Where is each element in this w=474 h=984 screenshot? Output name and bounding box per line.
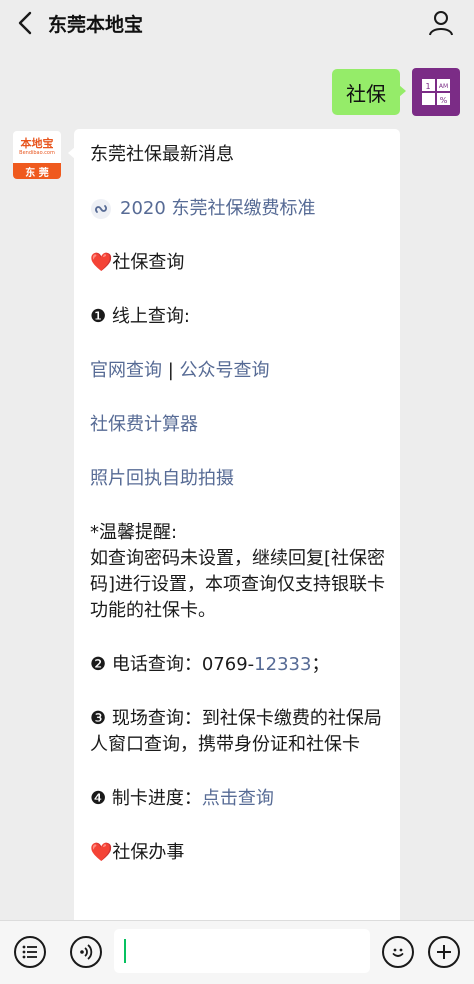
query-links-row: 官网查询 | 公众号查询 (90, 358, 386, 384)
heart-icon: ❤️ (90, 252, 113, 273)
bot-avatar-city: 东 莞 (13, 163, 61, 179)
section-heading-services: ❤️社保办事 (90, 840, 386, 866)
avatar-cell-3: % (440, 96, 448, 105)
section-heading-query: ❤️社保查询 (90, 250, 386, 276)
mini-program-link-text: 2020 东莞社保缴费标准 (120, 198, 316, 219)
public-account-query-link[interactable]: 公众号查询 (180, 360, 270, 381)
phone-query-label: ❷ 电话查询：0769- (90, 654, 255, 675)
chat-title: 东莞本地宝 (48, 14, 144, 36)
bot-avatar-logo: 本地宝 Bendibao.com (13, 131, 61, 163)
incoming-message: 东莞社保最新消息 2020 东莞社保缴费标准 ❤️社保查询 ❶ 线上查询: 官网… (68, 129, 400, 929)
card-progress-label: ❹ 制卡进度： (90, 788, 202, 809)
emoji-icon[interactable] (382, 936, 414, 968)
outgoing-message-text: 社保 (346, 81, 386, 106)
photo-receipt-link[interactable]: 照片回执自助拍摄 (90, 466, 386, 492)
section-heading-services-text: 社保办事 (112, 842, 185, 863)
bot-avatar-logo-sub: Bendibao.com (19, 150, 55, 156)
bot-avatar-logo-text: 本地宝 (20, 137, 54, 150)
mini-program-icon (91, 199, 111, 219)
voice-icon[interactable] (70, 936, 102, 968)
link-separator: | (162, 360, 180, 381)
outgoing-message[interactable]: 社保 (332, 69, 406, 115)
reminder-title: *温馨提醒: (90, 522, 178, 543)
my-avatar[interactable]: 1 AM % (412, 68, 460, 116)
avatar-grid-icon: 1 AM % (422, 79, 450, 105)
mini-program-link[interactable]: 2020 东莞社保缴费标准 (90, 196, 386, 222)
top-bar: 东莞本地宝 (0, 0, 474, 46)
avatar-cell-1: 1 (425, 82, 430, 91)
calculator-link[interactable]: 社保费计算器 (90, 412, 386, 438)
online-query-label: ❶ 线上查询: (90, 306, 190, 327)
phone-query-suffix: ； (311, 654, 330, 675)
bot-avatar[interactable]: 本地宝 Bendibao.com 东 莞 (13, 131, 61, 179)
plus-icon[interactable] (428, 936, 460, 968)
message-input[interactable] (114, 929, 370, 973)
reminder-body: 如查询密码未设置，继续回复[社保密码]进行设置，本项查询仅支持银联卡功能的社保卡… (90, 548, 386, 621)
list-icon[interactable] (14, 936, 46, 968)
onsite-query-text: ❸ 现场查询：到社保卡缴费的社保局人窗口查询，携带身份证和社保卡 (90, 708, 382, 755)
card-progress-link[interactable]: 点击查询 (202, 788, 274, 809)
phone-query-row: ❷ 电话查询：0769-12333； (90, 652, 386, 678)
text-caret (124, 939, 126, 963)
avatar-cell-2: AM (439, 83, 448, 90)
back-icon[interactable] (12, 9, 38, 37)
message-title: 东莞社保最新消息 (90, 144, 234, 165)
phone-number-link[interactable]: 12333 (254, 654, 311, 675)
heart-icon: ❤️ (90, 842, 113, 863)
card-progress-row: ❹ 制卡进度：点击查询 (90, 786, 386, 812)
official-site-query-link[interactable]: 官网查询 (90, 360, 162, 381)
person-icon[interactable] (426, 9, 456, 37)
section-heading-query-text: 社保查询 (112, 252, 185, 273)
